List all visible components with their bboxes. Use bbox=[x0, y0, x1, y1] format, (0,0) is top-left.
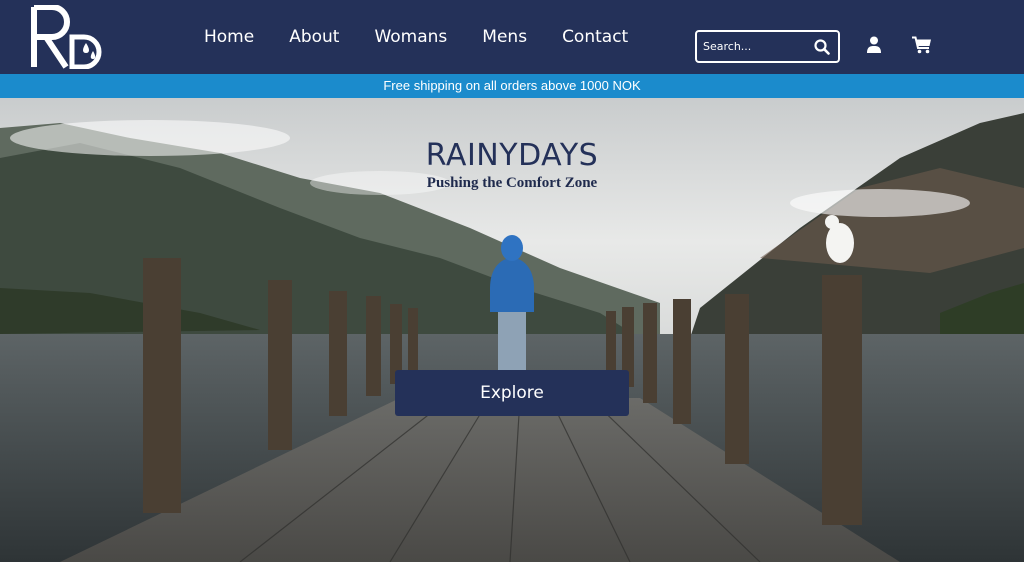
search-input[interactable] bbox=[703, 40, 803, 53]
search-button[interactable] bbox=[814, 38, 830, 55]
hero-section: RAINYDAYS Pushing the Comfort Zone Explo… bbox=[0, 98, 1024, 562]
main-nav: Home About Womans Mens Contact bbox=[204, 0, 628, 74]
site-header: Home About Womans Mens Contact bbox=[0, 0, 1024, 74]
user-icon[interactable] bbox=[866, 36, 882, 54]
explore-button[interactable]: Explore bbox=[395, 370, 629, 416]
promo-banner: Free shipping on all orders above 1000 N… bbox=[0, 74, 1024, 98]
nav-mens-link[interactable]: Mens bbox=[482, 27, 527, 47]
cart-icon[interactable] bbox=[912, 36, 932, 54]
nav-home-link[interactable]: Home bbox=[204, 27, 254, 47]
hero-subtitle: Pushing the Comfort Zone bbox=[426, 175, 598, 191]
search-box bbox=[695, 30, 840, 63]
nav-about-link[interactable]: About bbox=[289, 27, 339, 47]
brand-logo[interactable] bbox=[30, 5, 112, 69]
nav-contact-link[interactable]: Contact bbox=[562, 27, 628, 47]
search-icon bbox=[814, 38, 830, 55]
hero-title: RAINYDAYS bbox=[425, 138, 599, 173]
nav-womans-link[interactable]: Womans bbox=[374, 27, 447, 47]
